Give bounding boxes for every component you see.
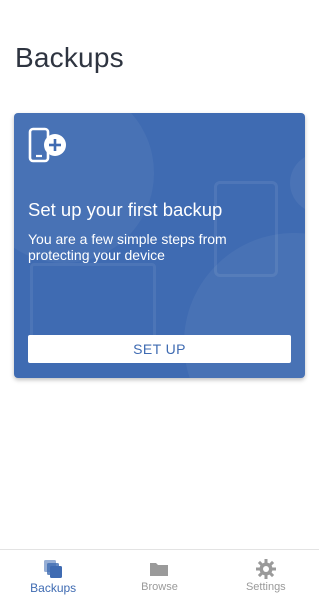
phone-add-icon bbox=[28, 127, 66, 163]
nav-label-settings: Settings bbox=[245, 581, 286, 593]
gear-icon bbox=[255, 559, 276, 579]
nav-label-backups: Backups bbox=[30, 581, 77, 595]
setup-button[interactable]: SET UP bbox=[28, 335, 291, 363]
bottom-nav: Backups Browse Settings bbox=[0, 549, 319, 601]
page-title: Backups bbox=[15, 42, 124, 73]
nav-item-browse[interactable]: Browse bbox=[106, 550, 212, 601]
card-description: You are a few simple steps from protecti… bbox=[28, 231, 227, 263]
backups-icon bbox=[44, 560, 63, 578]
card-title: Set up your first backup bbox=[28, 199, 223, 220]
card-decoration bbox=[290, 153, 305, 213]
folder-icon bbox=[150, 563, 169, 576]
nav-item-settings[interactable]: Settings bbox=[213, 550, 319, 601]
backup-setup-card: Set up your first backup You are a few s… bbox=[14, 113, 305, 378]
nav-item-backups[interactable]: Backups bbox=[0, 550, 106, 601]
nav-label-browse: Browse bbox=[141, 581, 178, 593]
